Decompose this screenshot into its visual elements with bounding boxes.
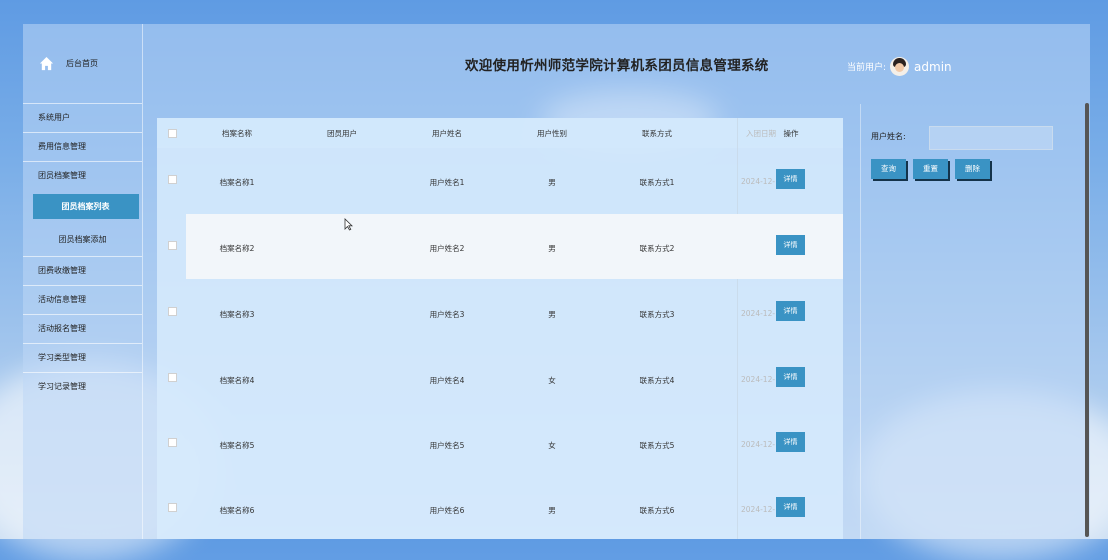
select-all-checkbox[interactable] (168, 129, 177, 138)
cell-archive-name: 档案名称5 (219, 441, 255, 450)
sidebar-item-fee-info[interactable]: 费用信息管理 (23, 132, 142, 161)
cell-join-date: 2024-12- (741, 440, 775, 449)
table-row[interactable]: 档案名称4 用户姓名4 女 联系方式4 2024-12- 详情 (157, 346, 843, 411)
cell-user-name: 用户姓名3 (429, 310, 465, 319)
row-checkbox[interactable] (168, 503, 177, 512)
cell-user-name: 用户姓名2 (429, 244, 465, 253)
row-checkbox[interactable] (168, 438, 177, 447)
archive-table: 档案名称 团员用户 用户姓名 用户性别 联系方式 入团日期 操作 档案名称1 用户… (157, 118, 843, 539)
cell-user-gender: 男 (548, 310, 556, 319)
cell-archive-name: 档案名称2 (219, 244, 255, 253)
table-row[interactable]: 档案名称3 用户姓名3 男 联系方式3 2024-12- 详情 (157, 280, 843, 345)
table-row[interactable]: 档案名称2 用户姓名2 男 联系方式2 详情 (168, 214, 843, 279)
search-panel: 用户姓名: 查询 重置 删除 (860, 104, 1090, 539)
cell-contact: 联系方式4 (639, 376, 675, 385)
current-user-label: 当前用户: (847, 63, 887, 73)
sidebar-subitem-label: 团员档案列表 (32, 194, 139, 219)
cell-user-name: 用户姓名6 (429, 506, 465, 515)
cell-join-date: 2024-12- (741, 375, 775, 384)
cell-archive-name: 档案名称3 (219, 310, 255, 319)
cell-user-gender: 女 (548, 376, 556, 385)
col-member-user[interactable]: 团员用户 (302, 128, 382, 139)
col-archive-name[interactable]: 档案名称 (197, 128, 277, 139)
sidebar-subitem-archive-add[interactable]: 团员档案添加 (23, 223, 142, 256)
cell-user-name: 用户姓名4 (429, 376, 465, 385)
home-link[interactable]: 后台首页 (39, 54, 98, 72)
delete-button[interactable]: 删除 (955, 159, 990, 179)
scrollbar[interactable] (1085, 103, 1089, 537)
username[interactable]: admin (914, 60, 952, 74)
sidebar-item-activity-info[interactable]: 活动信息管理 (23, 285, 142, 314)
sidebar-item-study-record[interactable]: 学习记录管理 (23, 372, 142, 401)
cell-archive-name: 档案名称1 (219, 178, 255, 187)
detail-button[interactable]: 详情 (776, 432, 805, 452)
sidebar-item-member-archive[interactable]: 团员档案管理 (23, 161, 142, 190)
detail-button[interactable]: 详情 (776, 497, 805, 517)
cell-archive-name: 档案名称4 (219, 376, 255, 385)
table-row[interactable]: 档案名称1 用户姓名1 男 联系方式1 2024-12- 详情 (157, 148, 843, 213)
cell-join-date: 2024-12- (741, 505, 775, 514)
avatar[interactable] (890, 57, 910, 76)
sidebar-item-study-type[interactable]: 学习类型管理 (23, 343, 142, 372)
table-row[interactable]: 档案名称5 用户姓名5 女 联系方式5 2024-12- 详情 (157, 411, 843, 476)
search-username-input[interactable] (929, 126, 1053, 150)
cell-contact: 联系方式3 (639, 310, 675, 319)
cell-contact: 联系方式5 (639, 441, 675, 450)
cell-user-gender: 男 (548, 178, 556, 187)
mouse-cursor-icon (344, 218, 353, 231)
col-contact[interactable]: 联系方式 (617, 128, 697, 139)
current-user: 当前用户: admin (847, 57, 952, 76)
sidebar: 后台首页 系统用户 费用信息管理 团员档案管理 团员档案列表 团员档案添加 团费… (23, 24, 143, 539)
sidebar-item-activity-signup[interactable]: 活动报名管理 (23, 314, 142, 343)
col-user-name[interactable]: 用户姓名 (407, 128, 487, 139)
col-user-gender[interactable]: 用户性别 (512, 128, 592, 139)
cell-user-gender: 男 (548, 506, 556, 515)
table-row[interactable]: 档案名称6 用户姓名6 男 联系方式6 2024-12- 详情 (157, 476, 843, 539)
cell-user-name: 用户姓名5 (429, 441, 465, 450)
cell-contact: 联系方式6 (639, 506, 675, 515)
sidebar-item-fee-collection[interactable]: 团费收缴管理 (23, 256, 142, 285)
cell-contact: 联系方式1 (639, 178, 675, 187)
detail-button[interactable]: 详情 (776, 301, 805, 321)
cell-join-date: 2024-12- (741, 177, 775, 186)
detail-button[interactable]: 详情 (776, 367, 805, 387)
row-checkbox[interactable] (168, 307, 177, 316)
row-checkbox[interactable] (168, 241, 177, 250)
detail-button[interactable]: 详情 (776, 235, 805, 255)
home-icon (39, 56, 54, 70)
sidebar-menu: 系统用户 费用信息管理 团员档案管理 团员档案列表 团员档案添加 团费收缴管理 … (23, 103, 142, 401)
main-panel: 后台首页 系统用户 费用信息管理 团员档案管理 团员档案列表 团员档案添加 团费… (23, 24, 1090, 539)
query-button[interactable]: 查询 (871, 159, 906, 179)
cell-user-gender: 男 (548, 244, 556, 253)
row-checkbox[interactable] (168, 373, 177, 382)
search-label: 用户姓名: (871, 132, 906, 141)
cell-contact: 联系方式2 (639, 244, 675, 253)
row-checkbox[interactable] (168, 175, 177, 184)
reset-button[interactable]: 重置 (913, 159, 948, 179)
cell-user-name: 用户姓名1 (429, 178, 465, 187)
cell-join-date: 2024-12- (741, 309, 775, 318)
page-title: 欢迎使用忻州师范学院计算机系团员信息管理系统 (465, 58, 769, 74)
sidebar-subitem-archive-list[interactable]: 团员档案列表 (23, 190, 142, 223)
cell-archive-name: 档案名称6 (219, 506, 255, 515)
detail-button[interactable]: 详情 (776, 169, 805, 189)
sidebar-item-system-users[interactable]: 系统用户 (23, 103, 142, 132)
cell-user-gender: 女 (548, 441, 556, 450)
home-label: 后台首页 (66, 58, 98, 68)
